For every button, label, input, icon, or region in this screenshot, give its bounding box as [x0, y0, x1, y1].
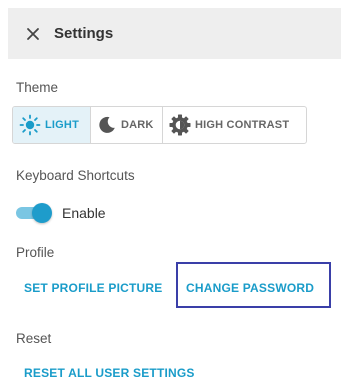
- settings-header: Settings: [8, 8, 341, 59]
- reset-section-label: Reset: [16, 331, 52, 346]
- theme-high-contrast-label: HIGH CONTRAST: [195, 119, 290, 131]
- keyboard-shortcuts-toggle-row: Enable: [16, 203, 106, 223]
- close-icon: [27, 27, 39, 40]
- theme-dark-label: DARK: [121, 119, 154, 131]
- moon-icon: [99, 116, 115, 133]
- page-title: Settings: [54, 25, 114, 42]
- reset-all-settings-button[interactable]: RESET ALL USER SETTINGS: [24, 366, 195, 380]
- set-profile-picture-button[interactable]: SET PROFILE PICTURE: [24, 281, 162, 295]
- contrast-gear-icon: [169, 114, 191, 136]
- theme-dark-button[interactable]: DARK: [91, 107, 163, 143]
- toggle-thumb: [32, 203, 52, 223]
- theme-selector: LIGHT DARK HIGH CONTRAST: [12, 106, 307, 144]
- theme-high-contrast-button[interactable]: HIGH CONTRAST: [163, 107, 306, 143]
- theme-light-label: LIGHT: [45, 119, 79, 131]
- toggle-label: Enable: [62, 205, 106, 221]
- keyboard-shortcuts-toggle[interactable]: [16, 203, 52, 223]
- keyboard-shortcuts-label: Keyboard Shortcuts: [16, 168, 135, 183]
- theme-light-button[interactable]: LIGHT: [13, 107, 91, 143]
- sun-icon: [19, 114, 41, 136]
- close-button[interactable]: [24, 25, 42, 43]
- change-password-button[interactable]: CHANGE PASSWORD: [186, 281, 314, 295]
- theme-section-label: Theme: [16, 80, 59, 95]
- profile-section-label: Profile: [16, 245, 55, 260]
